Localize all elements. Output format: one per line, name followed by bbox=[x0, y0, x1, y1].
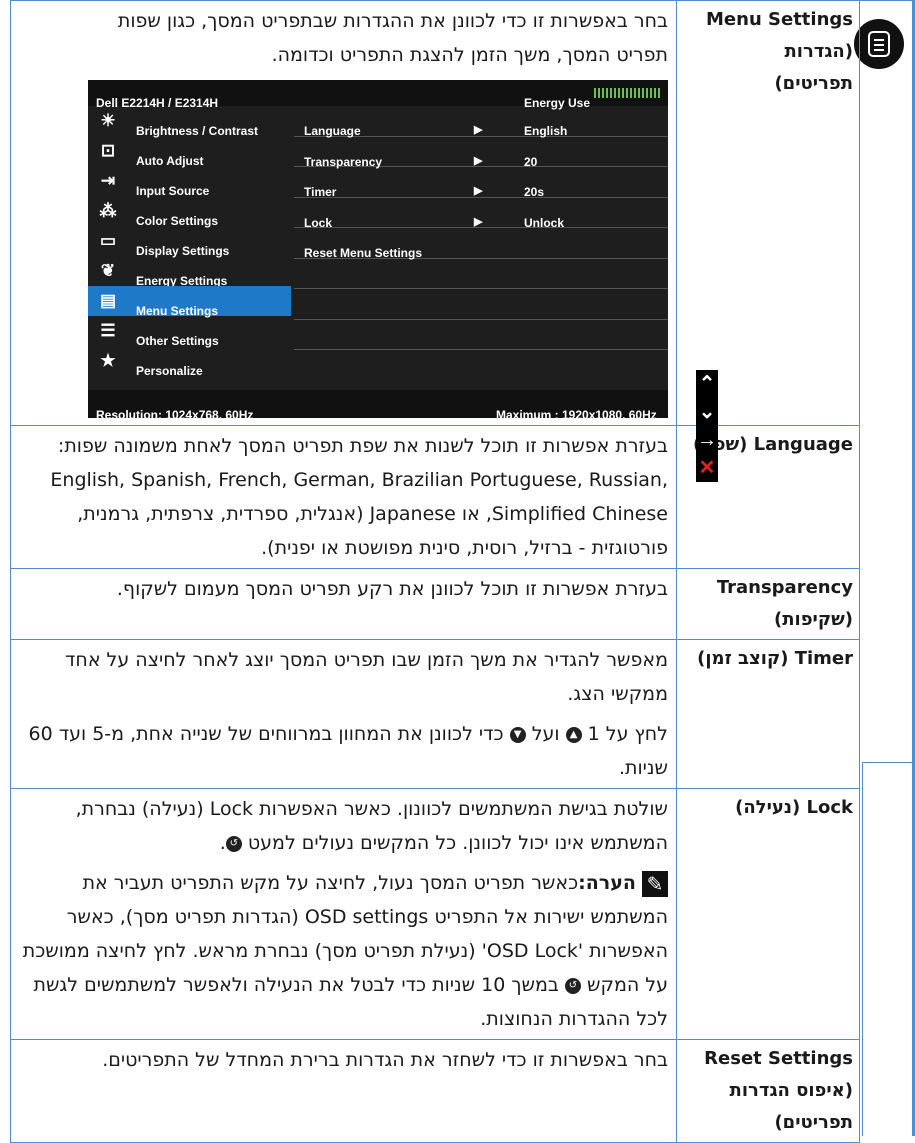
label-line: Reset Settings bbox=[704, 1048, 853, 1069]
osd-menu-item[interactable]: ★ Personalize bbox=[88, 346, 291, 378]
close-icon[interactable]: ✕ bbox=[696, 454, 718, 482]
back-button-icon: ↺ bbox=[225, 835, 242, 852]
up-button-icon: ▲ bbox=[565, 726, 582, 743]
desc-text: תפריט המסך, משך הזמן להצגת התפריט וכדומה… bbox=[271, 44, 668, 66]
desc-text-buttons: לחץ על 1 ▲ ועל ▼ כדי לכוונן את המחוון במ… bbox=[17, 717, 668, 785]
desc-lock: שולטת בגישת המשתמשים לכוונון. כאשר האפשר… bbox=[10, 788, 677, 1040]
osd-header: Dell E2214H / E2314H Energy Use bbox=[88, 80, 668, 110]
sliders-icon: ☰ bbox=[100, 321, 116, 340]
osd-menu-item[interactable]: ⊡ Auto Adjust bbox=[88, 136, 291, 168]
row-language: Language (שפה) בעזרת אפשרות זו תוכל לשנו… bbox=[10, 425, 860, 569]
label-line: Menu Settings bbox=[706, 9, 853, 30]
osd-menu-item[interactable]: ▭ Display Settings bbox=[88, 226, 291, 258]
osd-resolution: Resolution: 1024x768, 60Hz bbox=[96, 408, 254, 422]
osd-row[interactable]: Timer ▶ 20s bbox=[294, 167, 668, 199]
label-menu-settings: Menu Settings (הגדרות תפריטים) bbox=[676, 0, 860, 426]
osd-menu-item[interactable]: ☰ Other Settings bbox=[88, 316, 291, 348]
osd-row-empty bbox=[294, 259, 668, 289]
down-arrow-icon[interactable]: ⌄ bbox=[696, 398, 718, 426]
back-button-icon: ↺ bbox=[564, 977, 581, 994]
label-line: (שקיפות) bbox=[774, 609, 853, 630]
osd-menu: ☀ Brightness / Contrast ⊡ Auto Adjust ⇥ Inp… bbox=[88, 106, 291, 378]
row-timer: Timer (קוצב זמן) מאפשר להגדיר את משך הזמ… bbox=[10, 639, 860, 789]
desc-fragment: שולטת בגישת המשתמשים לכוונון. כאשר האפשר… bbox=[75, 798, 668, 854]
down-button-icon: ▼ bbox=[509, 726, 526, 743]
energy-bar bbox=[594, 88, 660, 98]
osd-nav-buttons: ⌃ ⌄ → ✕ bbox=[696, 370, 718, 482]
osd-row-empty bbox=[294, 350, 668, 380]
osd-menu-item[interactable]: ❦ Energy Settings bbox=[88, 256, 291, 288]
label-lock: Lock (נעילה) bbox=[676, 788, 860, 1040]
label-line: תפריטים) bbox=[774, 73, 853, 94]
desc-menu-settings: בחר באפשרות זו כדי לכוונן את ההגדרות שבת… bbox=[10, 0, 718, 482]
row-reset: Reset Settings (איפוס הגדרות תפריטים) בח… bbox=[10, 1039, 860, 1143]
osd-footer: Resolution: 1024x768, 60Hz Maximum : 192… bbox=[88, 390, 668, 422]
osd-menu-item[interactable]: ☀ Brightness / Contrast bbox=[88, 106, 291, 138]
label-line: (איפוס הגדרות bbox=[729, 1080, 853, 1101]
desc-text: מאפשר להגדיר את משך הזמן שבו תפריט המסך … bbox=[65, 649, 668, 705]
desc-fragment: ועל bbox=[531, 723, 560, 745]
note: ✎ הערה:כאשר תפריט המסך נעול, לחיצה על מק… bbox=[17, 866, 668, 1036]
menu-doc-icon: ▤ bbox=[99, 291, 117, 310]
desc-text: בחר באפשרות זו כדי לשחזר את הגדרות ברירת… bbox=[102, 1049, 668, 1071]
up-arrow-icon[interactable]: ⌃ bbox=[696, 370, 718, 398]
osd-screenshot: Dell E2214H / E2314H Energy Use ☀ Brightn… bbox=[88, 80, 718, 482]
label-line: (הגדרות bbox=[784, 41, 853, 62]
input-source-icon: ⇥ bbox=[100, 171, 116, 190]
label-text: Timer (קוצב זמן) bbox=[697, 648, 853, 669]
right-arrow-icon[interactable]: → bbox=[696, 426, 718, 454]
desc-transparency: בעזרת אפשרות זו תוכל לכוונן את רקע תפריט… bbox=[10, 568, 677, 640]
osd-menu-item-selected[interactable]: ▤ Menu Settings bbox=[88, 286, 291, 318]
desc-text-lock: שולטת בגישת המשתמשים לכוונון. כאשר האפשר… bbox=[75, 798, 668, 854]
row-menu-settings: Menu Settings (הגדרות תפריטים) בחר באפשר… bbox=[10, 0, 860, 482]
osd-row[interactable]: Language ▶ English bbox=[294, 106, 668, 138]
color-dots-icon: ⁂ bbox=[99, 201, 117, 220]
osd-menu-item[interactable]: ⇥ Input Source bbox=[88, 166, 291, 198]
label-transparency: Transparency (שקיפות) bbox=[676, 568, 860, 640]
desc-text: בעזרת אפשרות זו תוכל לשנות את שפת תפריט … bbox=[50, 435, 668, 559]
desc-fragment: לחץ על 1 bbox=[587, 723, 668, 745]
desc-reset: בחר באפשרות זו כדי לשחזר את הגדרות ברירת… bbox=[10, 1039, 677, 1143]
osd-submenu: Language ▶ English Transparency ▶ 20 Timer ▶ 2… bbox=[294, 106, 668, 380]
osd-row[interactable]: Lock ▶ Unlock bbox=[294, 198, 668, 230]
osd-menu-label: Personalize bbox=[136, 364, 203, 378]
note-title: הערה: bbox=[578, 872, 636, 894]
desc-text: בחר באפשרות זו כדי לכוונן את ההגדרות שבת… bbox=[117, 10, 668, 32]
desc-timer: מאפשר להגדיר את משך הזמן שבו תפריט המסך … bbox=[10, 639, 677, 789]
desc-language: בעזרת אפשרות זו תוכל לשנות את שפת תפריט … bbox=[10, 425, 677, 569]
desc-text: בעזרת אפשרות זו תוכל לכוונן את רקע תפריט… bbox=[116, 578, 668, 600]
note-pencil-icon: ✎ bbox=[642, 870, 668, 897]
osd-menu-item[interactable]: ⁂ Color Settings bbox=[88, 196, 291, 228]
settings-table: Menu Settings (הגדרות תפריטים) בחר באפשר… bbox=[10, 0, 860, 1143]
osd-row-empty bbox=[294, 289, 668, 320]
menu-settings-icon bbox=[854, 19, 904, 69]
label-text: Lock (נעילה) bbox=[735, 797, 853, 818]
osd-row-empty bbox=[294, 320, 668, 350]
side-tab-lower bbox=[862, 762, 915, 1136]
sun-icon: ☀ bbox=[100, 111, 116, 130]
row-lock: Lock (נעילה) שולטת בגישת המשתמשים לכוונו… bbox=[10, 788, 860, 1040]
osd-maximum: Maximum : 1920x1080, 60Hz bbox=[496, 408, 657, 422]
side-tab bbox=[853, 0, 915, 762]
label-reset: Reset Settings (איפוס הגדרות תפריטים) bbox=[676, 1039, 860, 1143]
label-line: Transparency bbox=[716, 577, 853, 598]
display-rect-icon: ▭ bbox=[99, 231, 117, 250]
row-transparency: Transparency (שקיפות) בעזרת אפשרות זו תו… bbox=[10, 568, 860, 640]
osd-row[interactable]: Reset Menu Settings bbox=[294, 228, 668, 260]
osd-row[interactable]: Transparency ▶ 20 bbox=[294, 137, 668, 169]
label-line: תפריטים) bbox=[774, 1112, 853, 1133]
star-icon: ★ bbox=[100, 351, 116, 370]
label-timer: Timer (קוצב זמן) bbox=[676, 639, 860, 789]
auto-adjust-icon: ⊡ bbox=[100, 141, 116, 160]
leaf-icon: ❦ bbox=[100, 261, 116, 280]
